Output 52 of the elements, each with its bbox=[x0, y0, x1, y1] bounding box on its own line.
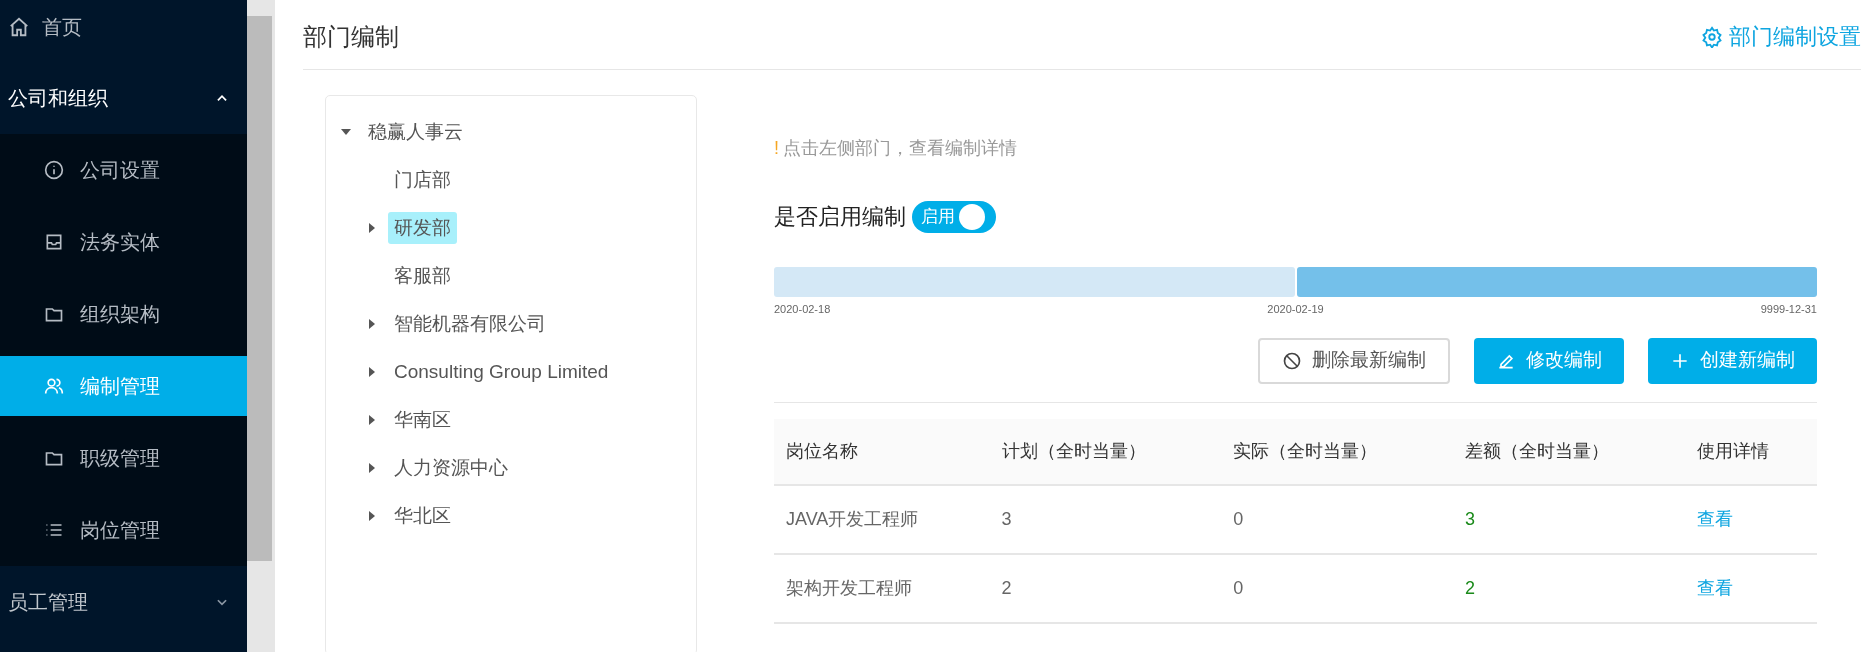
page-title: 部门编制 bbox=[303, 21, 399, 52]
tree-node[interactable]: 研发部 bbox=[388, 211, 457, 245]
home-icon bbox=[8, 16, 30, 38]
menu-group[interactable]: 员工管理 bbox=[0, 566, 247, 638]
table-cell: 0 bbox=[1221, 484, 1453, 554]
action-button[interactable]: 删除最新编制 bbox=[1258, 337, 1450, 384]
timeline-date: 9999-12-31 bbox=[1760, 302, 1817, 317]
tree-node[interactable]: 稳赢人事云 bbox=[362, 115, 469, 149]
table-cell: 0 bbox=[1221, 553, 1453, 623]
menu-item[interactable]: 法务实体 bbox=[0, 212, 247, 272]
menu-group[interactable]: 公司和组织 bbox=[0, 62, 247, 134]
caret-right-icon[interactable] bbox=[367, 511, 377, 521]
enable-label: 是否启用编制 bbox=[774, 203, 906, 231]
menu-item[interactable]: 首页 bbox=[0, 0, 247, 62]
info-icon bbox=[44, 160, 64, 180]
warning-mark: ! bbox=[774, 137, 779, 160]
table-cell: 2 bbox=[1452, 553, 1685, 623]
settings-icon bbox=[1701, 25, 1723, 48]
column-header: 实际（全时当量） bbox=[1221, 418, 1453, 485]
caret-right-icon[interactable] bbox=[367, 367, 377, 377]
tree-node[interactable]: 门店部 bbox=[388, 163, 457, 197]
column-header: 使用详情 bbox=[1684, 418, 1817, 485]
caret-down-icon[interactable] bbox=[341, 127, 351, 137]
ban-icon bbox=[1282, 350, 1302, 371]
column-header: 岗位名称 bbox=[774, 418, 990, 485]
menu-item[interactable]: 组织架构 bbox=[0, 284, 247, 344]
table-cell: 3 bbox=[989, 484, 1222, 554]
hint-text: 点击左侧部门，查看编制详情 bbox=[783, 137, 1017, 160]
tree-node[interactable]: 人力资源中心 bbox=[388, 451, 514, 485]
table-cell: JAVA开发工程师 bbox=[774, 484, 990, 554]
people-icon bbox=[44, 376, 64, 396]
tree-node[interactable]: 客服部 bbox=[388, 259, 457, 293]
tree-node[interactable]: 华南区 bbox=[388, 403, 457, 437]
caret-right-icon[interactable] bbox=[367, 223, 377, 233]
tree-node[interactable]: 智能机器有限公司 bbox=[388, 307, 552, 341]
timeline-date: 2020-02-18 bbox=[774, 302, 831, 317]
tree-node[interactable]: 华北区 bbox=[388, 499, 457, 533]
inbox-icon bbox=[44, 232, 64, 252]
table-cell: 2 bbox=[989, 553, 1222, 623]
table-cell: 架构开发工程师 bbox=[774, 553, 990, 623]
caret-right-icon[interactable] bbox=[367, 319, 377, 329]
menu-item[interactable]: 职级管理 bbox=[0, 428, 247, 488]
menu-item[interactable]: 岗位管理 bbox=[0, 500, 247, 560]
column-header: 计划（全时当量） bbox=[989, 418, 1222, 485]
caret-right-icon[interactable] bbox=[367, 463, 377, 473]
scroll-thumb[interactable] bbox=[247, 16, 272, 561]
table-cell: 3 bbox=[1452, 484, 1685, 554]
column-header: 差额（全时当量） bbox=[1452, 418, 1685, 485]
menu-item[interactable]: 公司设置 bbox=[0, 140, 247, 200]
timeline-date: 2020-02-19 bbox=[1267, 302, 1324, 317]
caret-right-icon[interactable] bbox=[367, 415, 377, 425]
tree-node[interactable]: Consulting Group Limited bbox=[388, 355, 615, 389]
